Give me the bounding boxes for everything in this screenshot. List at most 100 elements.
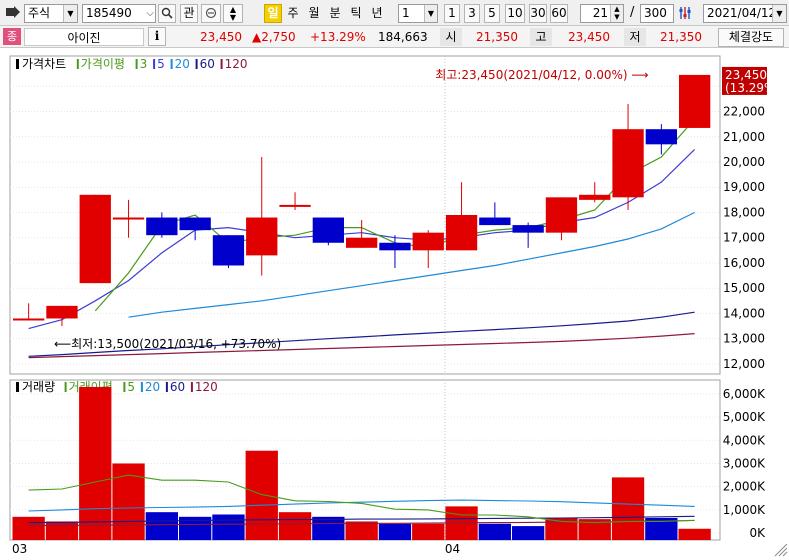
price-tick-label: 14,000 xyxy=(723,306,765,320)
legend-swatch xyxy=(123,382,126,392)
legend-label: 60 xyxy=(170,380,185,394)
candle-body xyxy=(579,194,611,200)
candle-body xyxy=(212,235,245,266)
total-count-value: 300 xyxy=(644,6,667,20)
grip-line xyxy=(782,551,788,557)
price-panel xyxy=(9,55,721,375)
legend-swatch xyxy=(140,382,143,392)
legend-label: 60 xyxy=(200,57,215,71)
strength-button[interactable]: 체결강도 xyxy=(718,28,784,47)
unit-select-value: 1 xyxy=(402,6,410,20)
high-price: 23,450 xyxy=(568,30,610,44)
stock-code-input[interactable]: 185490 ⌵ xyxy=(82,4,156,23)
candle-body xyxy=(312,217,344,243)
candle-body xyxy=(146,217,178,236)
period-tab-2[interactable]: 월 xyxy=(305,4,323,23)
stock-name: 아이진 xyxy=(24,28,144,46)
toolbar: 주식 ▼ 185490 ⌵ 관 ▲ ▼ 일주월분틱년 1 ▼ 1 3 5 10 30 60 … xyxy=(0,0,789,26)
volume-tick-label: 0K xyxy=(749,526,766,540)
candle-body xyxy=(545,197,578,233)
volume-tick-label: 6,000K xyxy=(723,387,766,401)
chevron-down-icon: ▼ xyxy=(424,5,437,22)
quick-period-button-1[interactable]: 1 xyxy=(444,4,460,23)
volume-tick-label: 2,000K xyxy=(723,480,766,494)
quote-bar: 종 아이진 i 23,450 ▲2,750 +13.29% 184,663 시 … xyxy=(0,26,789,48)
market-select[interactable]: 주식 ▼ xyxy=(24,4,78,23)
search-icon xyxy=(161,7,173,19)
stock-chart[interactable]: 12,000 13,000 14,000 15,000 16,000 17,000 18,0… xyxy=(0,48,789,560)
volume-bar xyxy=(45,521,79,540)
count-value: 21 xyxy=(592,6,608,20)
stock-info-button[interactable]: i xyxy=(148,27,166,46)
spin-icon: ▲ ▼ xyxy=(610,5,623,22)
candle-body xyxy=(512,225,544,233)
price-tick-label: 18,000 xyxy=(723,205,765,219)
legend-swatch xyxy=(76,59,79,69)
open-price: 21,350 xyxy=(476,30,518,44)
volume-bar xyxy=(79,386,112,540)
high-annotation: 최고:23,450(2021/04/12, 0.00%) ⟶ xyxy=(435,68,648,82)
period-tab-0[interactable]: 일 xyxy=(264,4,282,23)
settings-icon[interactable] xyxy=(677,5,693,21)
volume-bar xyxy=(512,526,545,540)
period-tab-4[interactable]: 틱 xyxy=(347,4,365,23)
trade-volume: 184,663 xyxy=(378,30,428,44)
legend-title: 가격차트 xyxy=(22,57,66,71)
legend-bar xyxy=(16,59,19,69)
candle-body xyxy=(379,242,411,251)
unit-select[interactable]: 1 ▼ xyxy=(398,4,438,23)
link-button[interactable] xyxy=(201,4,221,23)
date-value: 2021/04/12 xyxy=(707,6,777,20)
stepper-button[interactable]: ▲ ▼ xyxy=(223,4,243,23)
chart-menu-icon[interactable] xyxy=(6,6,20,18)
stock-code-value: 185490 xyxy=(86,6,132,20)
volume-bar xyxy=(312,516,345,540)
period-tab-5[interactable]: 년 xyxy=(368,4,386,23)
quick-period-button-30[interactable]: 30 xyxy=(529,4,547,23)
candle-body xyxy=(346,237,378,248)
change-percent: +13.29% xyxy=(310,30,366,44)
resize-grip-icon[interactable] xyxy=(774,543,788,557)
legend-swatch xyxy=(195,59,198,69)
search-button[interactable] xyxy=(158,4,176,23)
legend-swatch xyxy=(153,59,156,69)
current-price: 23,450 xyxy=(200,30,242,44)
legend-label: 가격이평 xyxy=(81,57,125,71)
candle-body xyxy=(13,318,45,321)
count-input[interactable]: 21 ▲ ▼ xyxy=(580,4,624,23)
candle-body xyxy=(46,305,78,319)
legend-label: 3 xyxy=(140,57,148,71)
volume-tick-label: 3,000K xyxy=(723,456,766,470)
total-count-input[interactable]: 300 xyxy=(640,4,674,23)
volume-bar xyxy=(611,477,645,540)
volume-bar xyxy=(412,523,445,540)
volume-bar xyxy=(245,450,278,540)
candle-body xyxy=(246,217,278,256)
quick-period-button-5[interactable]: 5 xyxy=(484,4,500,23)
last-price-percent: (13.29%) xyxy=(725,81,780,95)
period-tab-3[interactable]: 분 xyxy=(326,4,344,23)
date-select[interactable]: 2021/04/12 ▼ xyxy=(703,4,787,23)
volume-tick-label: 1,000K xyxy=(723,503,766,517)
watchlist-button[interactable]: 관 xyxy=(180,4,198,23)
high-label: 고 xyxy=(530,28,552,46)
candle-body xyxy=(79,194,111,284)
price-tick-label: 13,000 xyxy=(723,332,765,346)
quick-period-button-10[interactable]: 10 xyxy=(505,4,525,23)
legend-bar xyxy=(16,382,19,392)
legend-label: 120 xyxy=(225,57,248,71)
volume-tick-label: 4,000K xyxy=(723,433,766,447)
legend-label: 120 xyxy=(195,380,218,394)
period-tab-1[interactable]: 주 xyxy=(284,4,302,23)
legend-label: 5 xyxy=(157,57,165,71)
legend-swatch xyxy=(190,382,193,392)
volume-bar xyxy=(145,512,178,540)
quick-period-button-60[interactable]: 60 xyxy=(550,4,568,23)
volume-bar xyxy=(212,514,245,540)
legend-swatch xyxy=(165,382,168,392)
quick-period-button-3[interactable]: 3 xyxy=(464,4,480,23)
low-price: 21,350 xyxy=(660,30,702,44)
volume-bar xyxy=(378,523,412,540)
grip-line xyxy=(778,547,788,557)
candle-body xyxy=(412,232,444,251)
